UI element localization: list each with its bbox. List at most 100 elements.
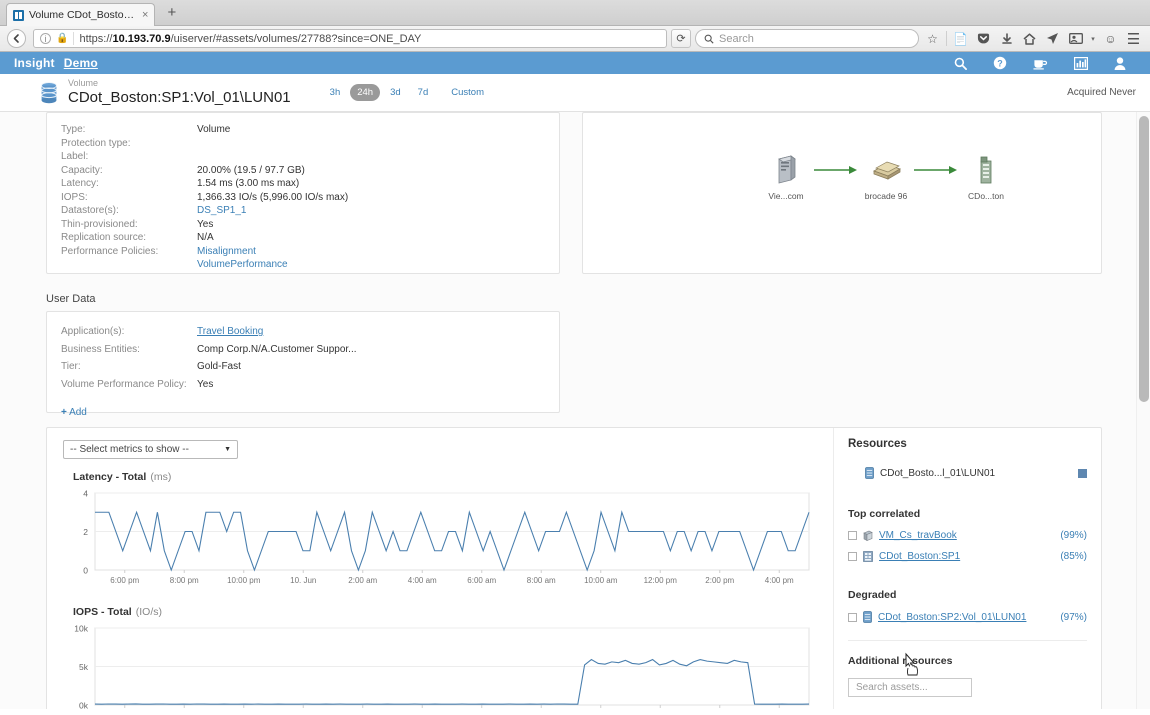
star-icon[interactable]: ☆ — [923, 29, 942, 48]
lock-icon: 🔒 — [56, 33, 68, 44]
new-tab-button[interactable]: + — [161, 5, 182, 22]
iops-chart[interactable]: 0k5k10k6:00 pm8:00 pm10:00 pm10. Jun2:00… — [57, 622, 823, 709]
search-icon[interactable] — [954, 57, 967, 70]
range-custom[interactable]: Custom — [444, 84, 491, 101]
range-7d[interactable]: 7d — [411, 84, 436, 101]
menu-icon[interactable]: ☰ — [1124, 29, 1143, 48]
search-assets-input[interactable]: Search assets... — [848, 678, 972, 697]
user-data-card: Application(s): Travel Booking Business … — [46, 311, 560, 413]
add-user-data-button[interactable]: + Add — [61, 407, 87, 418]
svg-text:2: 2 — [83, 527, 88, 537]
topology-node-host[interactable]: Vie...com — [758, 155, 814, 201]
detail-key: Protection type: — [61, 137, 197, 151]
policy-link-misalignment[interactable]: Misalignment — [197, 245, 288, 259]
detail-row-replication-source: Replication source: N/A — [61, 231, 545, 245]
iops-chart-svg[interactable]: 0k5k10k6:00 pm8:00 pm10:00 pm10. Jun2:00… — [57, 622, 817, 709]
metric-select-dropdown[interactable]: -- Select metrics to show -- ▼ — [63, 440, 238, 459]
application-link[interactable]: Travel Booking — [197, 325, 263, 339]
detail-value: Comp Corp.N/A.Customer Suppor... — [197, 343, 357, 357]
add-label: Add — [69, 407, 87, 418]
topology-card: Vie...com brocade 96 — [582, 112, 1102, 274]
reload-button[interactable]: ⟳ — [671, 29, 691, 48]
policy-link-volumeperformance[interactable]: VolumePerformance — [197, 258, 288, 272]
detail-key: Business Entities: — [61, 343, 197, 357]
checkbox[interactable] — [848, 613, 857, 622]
user-icon[interactable] — [1114, 57, 1126, 70]
latency-chart[interactable]: 0246:00 pm8:00 pm10:00 pm10. Jun2:00 am4… — [57, 487, 823, 592]
top-correlated-link[interactable]: VM_Cs_travBook — [879, 530, 957, 541]
topology-diagram: Vie...com brocade 96 — [758, 155, 1014, 201]
page-body: Type: Volume Protection type: Label: Cap… — [0, 112, 1150, 709]
detail-value: N/A — [197, 231, 214, 245]
svg-text:2:00 am: 2:00 am — [348, 576, 377, 585]
download-icon[interactable] — [997, 29, 1016, 48]
page-title: CDot_Boston:SP1:Vol_01\LUN01 — [68, 90, 291, 107]
svg-text:?: ? — [997, 59, 1003, 69]
coffee-icon[interactable] — [1033, 57, 1048, 70]
degraded-link[interactable]: CDot_Boston:SP2:Vol_01\LUN01 — [878, 612, 1026, 623]
degraded-heading: Degraded — [848, 589, 1087, 601]
search-input[interactable]: Search — [695, 29, 919, 48]
topology-node-switch[interactable]: brocade 96 — [858, 155, 914, 201]
search-placeholder: Search — [719, 33, 754, 45]
range-3h[interactable]: 3h — [323, 84, 348, 101]
top-correlated-heading: Top correlated — [848, 508, 1087, 520]
url-bar[interactable]: i 🔒 https://10.193.70.9/uiserver/#assets… — [33, 29, 667, 48]
pocket-icon[interactable] — [974, 29, 993, 48]
range-3d[interactable]: 3d — [383, 84, 408, 101]
svg-text:4:00 pm: 4:00 pm — [765, 576, 794, 585]
switch-icon — [869, 155, 903, 185]
chevron-down-icon[interactable]: ▾ — [1089, 29, 1097, 48]
detail-key: Label: — [61, 150, 197, 164]
svg-text:10k: 10k — [74, 624, 88, 634]
svg-text:8:00 am: 8:00 am — [527, 576, 556, 585]
svg-text:6:00 am: 6:00 am — [467, 576, 496, 585]
screenshot-icon[interactable] — [1066, 29, 1085, 48]
help-icon[interactable]: ? — [993, 56, 1007, 70]
chart-icon[interactable] — [1074, 57, 1088, 70]
chart-title-text: IOPS - Total — [73, 606, 132, 618]
resource-main-item[interactable]: CDot_Bosto...l_01\LUN01 — [865, 467, 1087, 479]
browser-tab[interactable]: Volume CDot_Boston:SP1:... × — [6, 3, 155, 26]
tenant-name[interactable]: Demo — [64, 56, 98, 70]
detail-row-latency: Latency: 1.54 ms (3.00 ms max) — [61, 177, 545, 191]
latency-chart-svg[interactable]: 0246:00 pm8:00 pm10:00 pm10. Jun2:00 am4… — [57, 487, 817, 592]
search-assets-placeholder: Search assets... — [856, 682, 928, 693]
metrics-panel: -- Select metrics to show -- ▼ Latency -… — [46, 427, 1102, 709]
chart-unit: (ms) — [150, 471, 171, 483]
checkbox[interactable] — [848, 552, 857, 561]
checkbox[interactable] — [848, 531, 857, 540]
detail-row-type: Type: Volume — [61, 123, 545, 137]
send-icon[interactable] — [1043, 29, 1062, 48]
detail-row-iops: IOPS: 1,366.33 IO/s (5,996.00 IO/s max) — [61, 191, 545, 205]
detail-value: 20.00% (19.5 / 97.7 GB) — [197, 164, 305, 178]
scrollbar-thumb[interactable] — [1139, 116, 1149, 402]
top-correlated-link[interactable]: CDot_Boston:SP1 — [879, 551, 960, 562]
url-text: https://10.193.70.9/uiserver/#assets/vol… — [79, 33, 421, 45]
close-icon[interactable]: × — [142, 9, 148, 21]
topology-arrow-1 — [814, 155, 858, 185]
svg-text:0: 0 — [83, 566, 88, 576]
svg-text:10:00 pm: 10:00 pm — [227, 576, 261, 585]
smiley-icon[interactable]: ☺ — [1101, 29, 1120, 48]
series-color-swatch[interactable] — [1078, 469, 1087, 478]
page-scrollbar[interactable] — [1136, 112, 1150, 709]
library-icon[interactable]: 📄 — [951, 29, 970, 48]
chart-unit: (IO/s) — [136, 606, 162, 618]
back-button[interactable] — [7, 29, 26, 48]
svg-text:10:00 am: 10:00 am — [584, 576, 618, 585]
app-brand[interactable]: InsightDemo — [14, 56, 98, 70]
correlation-percent: (85%) — [1060, 551, 1087, 562]
svg-text:0k: 0k — [79, 701, 89, 710]
datastore-link[interactable]: DS_SP1_1 — [197, 204, 246, 218]
top-correlated-item-1[interactable]: CDot_Boston:SP1 (85%) — [848, 551, 1087, 562]
user-data-heading: User Data — [46, 293, 1102, 305]
range-24h[interactable]: 24h — [350, 84, 380, 101]
home-icon[interactable] — [1020, 29, 1039, 48]
topology-node-storage[interactable]: CDo...ton — [958, 155, 1014, 201]
detail-row-performance-policies: Performance Policies: Misalignment Volum… — [61, 245, 545, 272]
detail-row-datastore: Datastore(s): DS_SP1_1 — [61, 204, 545, 218]
page-info-icon[interactable]: i — [40, 33, 51, 44]
top-correlated-item-0[interactable]: VM_Cs_travBook (99%) — [848, 530, 1087, 541]
degraded-item-0[interactable]: CDot_Boston:SP2:Vol_01\LUN01 (97%) — [848, 611, 1087, 623]
